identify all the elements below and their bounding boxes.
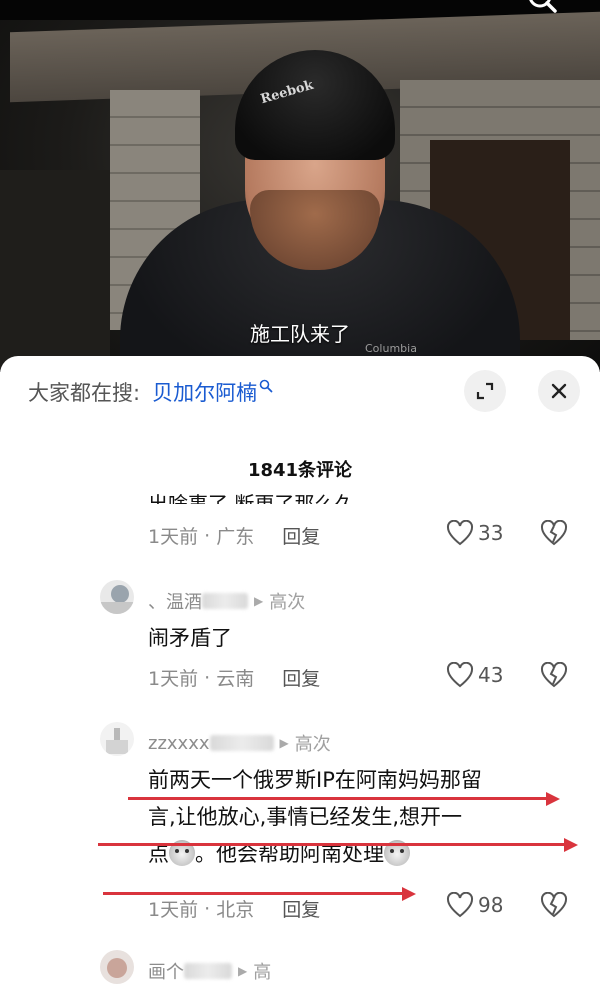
comment-username[interactable]: 、温酒 ▶ 高次 [148, 588, 305, 614]
close-icon [551, 383, 567, 399]
search-icon [529, 0, 557, 13]
username-tail: 高次 [269, 592, 306, 613]
dislike-button[interactable] [540, 519, 568, 550]
annotation-arrow-line [98, 843, 566, 846]
comment-line-3: 点。他会帮助阿南处理 [148, 836, 578, 873]
username-text: 、温酒 [148, 592, 202, 613]
avatar-image [100, 722, 134, 756]
comment-meta: 1天前 · 北京 回复 [148, 895, 320, 922]
comment-location: 云南 [216, 668, 255, 690]
comment-line: 言,让他放心,事情已经发生,想开一 [148, 805, 463, 829]
annotation-arrow-line [128, 797, 548, 800]
annotation-arrowhead [402, 887, 416, 901]
comment-text: 闹矛盾了 [148, 626, 232, 650]
dislike-button[interactable] [540, 661, 568, 692]
comment-location: 广东 [216, 526, 255, 548]
annotation-arrowhead [564, 838, 578, 852]
heart-icon [446, 520, 474, 546]
username-text: zzxxxx [148, 732, 210, 754]
expand-button[interactable] [464, 370, 506, 412]
video-subtitle: 施工队来了 [250, 322, 350, 346]
annotation-arrowhead [546, 792, 560, 806]
dislike-button[interactable] [540, 891, 568, 922]
avatar[interactable] [100, 722, 134, 756]
blurred-username [209, 735, 274, 751]
comment-sheet: 大家都在搜: 贝加尔阿楠 1841条评论 出啥事了,断更了那么久 1天前 · 广… [0, 356, 600, 985]
avatar-image [100, 580, 134, 614]
broken-heart-icon [540, 661, 568, 688]
person-hat [235, 50, 395, 160]
comment-username[interactable]: 画个 ▶ 高 [148, 958, 271, 984]
like-button[interactable]: 98 [446, 892, 503, 918]
username-tail: 高 [253, 962, 272, 983]
avatar[interactable] [100, 580, 134, 614]
like-button[interactable]: 43 [446, 662, 503, 688]
reply-button[interactable]: 回复 [282, 664, 320, 691]
like-button[interactable]: 33 [446, 520, 503, 546]
comment-meta: 1天前 · 广东 回复 [148, 522, 320, 549]
comment-time: 1天前 [148, 526, 199, 548]
play-arrow-icon: ▶ [279, 736, 289, 750]
trending-search-row: 大家都在搜: 贝加尔阿楠 [28, 376, 273, 408]
avatar-image [100, 950, 134, 984]
meta-dot: · [198, 897, 217, 920]
meta-dot: · [198, 524, 217, 547]
comment-text: 出啥事了,断更了那么久 [148, 492, 355, 504]
blurred-username [184, 963, 232, 979]
comment-text: 前两天一个俄罗斯IP在阿南妈妈那留 言,让他放心,事情已经发生,想开一 点。他会… [148, 762, 578, 873]
comment-count: 1841条评论 [247, 460, 353, 481]
play-arrow-icon: ▶ [238, 964, 248, 978]
video-player[interactable]: Reebok Columbia 施工队来了 [0, 0, 600, 372]
username-tail: 高次 [294, 734, 331, 755]
meta-dot: · [198, 666, 217, 689]
reply-button[interactable]: 回复 [282, 522, 320, 549]
expand-icon [476, 382, 494, 400]
trending-search-link[interactable]: 贝加尔阿楠 [152, 377, 257, 407]
broken-heart-icon [540, 519, 568, 546]
trending-search-prefix: 大家都在搜: [28, 381, 141, 405]
search-button[interactable] [520, 0, 564, 22]
heart-icon [446, 662, 474, 688]
like-count: 43 [478, 663, 504, 687]
play-arrow-icon: ▶ [254, 594, 264, 608]
heart-icon [446, 892, 474, 918]
comment-meta: 1天前 · 云南 回复 [148, 664, 320, 691]
like-count: 33 [478, 521, 504, 545]
close-button[interactable] [538, 370, 580, 412]
comment-line: 前两天一个俄罗斯IP在阿南妈妈那留 [148, 768, 482, 792]
comment-time: 1天前 [148, 668, 199, 690]
like-count: 98 [478, 893, 504, 917]
username-text: 画个 [148, 962, 184, 983]
reply-button[interactable]: 回复 [282, 895, 320, 922]
comment-location: 北京 [216, 899, 255, 921]
avatar[interactable] [100, 950, 134, 984]
comment-time: 1天前 [148, 899, 199, 921]
blurred-username [202, 593, 248, 609]
broken-heart-icon [540, 891, 568, 918]
search-icon [259, 379, 273, 393]
comment-username[interactable]: zzxxxx ▶ 高次 [148, 730, 331, 756]
